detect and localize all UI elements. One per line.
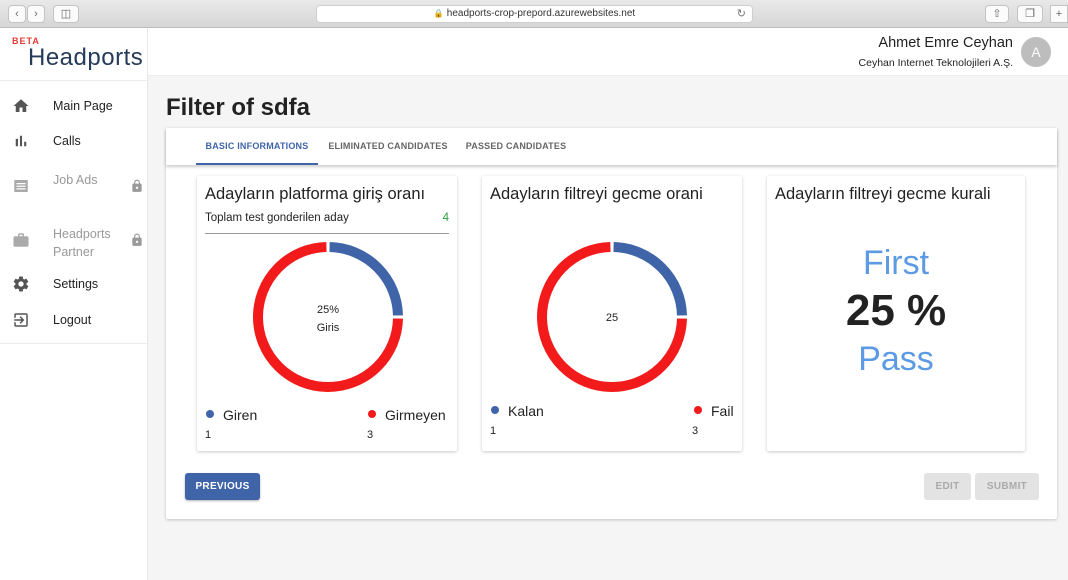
tab-basic-informations[interactable]: BASIC INFORMATIONS xyxy=(196,128,318,165)
address-bar[interactable]: 🔒 headports-crop-prepord.azurewebsites.ne… xyxy=(316,5,753,23)
legend-label: Girmeyen xyxy=(385,407,446,423)
legend-item-girmeyen[interactable]: Girmeyen xyxy=(368,407,446,423)
sidebar-item-label: Headports Partner xyxy=(53,227,111,259)
total-sent-label: Toplam test gonderilen aday xyxy=(205,212,349,224)
legend-count: 3 xyxy=(692,425,699,437)
panel-title: Adayların filtreyi gecme kurali xyxy=(775,185,991,203)
sidebar-item-label: Main Page xyxy=(53,99,113,113)
legend-item-fail[interactable]: Fail xyxy=(694,403,734,419)
total-sent-row: Toplam test gonderilen aday 4 xyxy=(205,212,449,234)
logo-wordmark: Headports xyxy=(28,44,144,71)
legend-dot xyxy=(694,406,702,414)
legend-dot xyxy=(491,406,499,414)
legend-item-giren[interactable]: Giren xyxy=(206,407,257,423)
forward-button[interactable]: › xyxy=(27,5,45,23)
browser-toolbar: ‹ › ◫ 🔒 headports-crop-prepord.azurewebsi… xyxy=(0,0,1068,28)
pass-center-value: 25 xyxy=(606,312,618,324)
user-name[interactable]: Ahmet Emre Ceyhan xyxy=(878,35,1013,51)
headports-logo[interactable]: BETA Headports xyxy=(10,34,146,78)
rule-percent: 25 % xyxy=(845,286,947,335)
back-button[interactable]: ‹ xyxy=(8,5,26,23)
page-title: Filter of sdfa xyxy=(166,94,311,121)
briefcase-icon xyxy=(13,233,29,247)
panel-title: Adayların platforma giriş oranı xyxy=(205,185,426,203)
sidebar-divider xyxy=(0,80,147,81)
tab-bar: BASIC INFORMATIONS ELIMINATED CANDIDATES… xyxy=(166,128,1057,165)
legend-count: 1 xyxy=(490,425,497,437)
top-bar: Ahmet Emre Ceyhan Ceyhan Internet Teknol… xyxy=(148,28,1068,76)
sidebar-toggle-button[interactable]: ◫ xyxy=(53,5,79,23)
edit-button[interactable]: EDIT xyxy=(924,473,971,500)
bar-chart-icon xyxy=(15,135,27,147)
reload-icon[interactable]: ↻ xyxy=(737,6,746,22)
sidebar-item-logout[interactable]: Logout xyxy=(0,302,147,338)
sidebar-divider xyxy=(0,343,147,344)
sidebar-item-label: Logout xyxy=(53,313,92,327)
sidebar-item-settings[interactable]: Settings xyxy=(0,266,147,302)
sidebar-item-job-ads[interactable]: Job Ads xyxy=(0,168,147,204)
url-text: headports-crop-prepord.azurewebsites.net xyxy=(446,8,636,19)
sidebar-item-label: Calls xyxy=(53,134,81,148)
total-sent-value: 4 xyxy=(442,212,449,224)
legend-dot xyxy=(368,410,376,418)
pass-donut-chart: 25 xyxy=(537,242,687,392)
sidebar-item-calls[interactable]: Calls xyxy=(0,123,147,159)
legend-label: Kalan xyxy=(508,403,544,419)
gear-icon xyxy=(13,276,29,292)
sidebar-item-headports-partner[interactable]: Headports Partner xyxy=(0,222,147,259)
tab-passed-candidates[interactable]: PASSED CANDIDATES xyxy=(461,128,571,165)
legend-dot xyxy=(206,410,214,418)
entry-center-value: 25% xyxy=(317,304,339,316)
pass-rule-panel: Adayların filtreyi gecme kurali First 25… xyxy=(767,176,1025,451)
new-tab-button[interactable]: + xyxy=(1050,5,1068,23)
legend-label: Fail xyxy=(711,403,734,419)
entry-donut-chart: 25% Giris xyxy=(253,242,403,392)
tabs-button[interactable]: ❐ xyxy=(1017,5,1043,23)
lock-icon xyxy=(132,179,142,192)
logout-icon xyxy=(14,313,28,327)
sidebar-item-label: Job Ads xyxy=(53,173,98,187)
sidebar-item-label: Settings xyxy=(53,277,99,291)
tab-eliminated-candidates[interactable]: ELIMINATED CANDIDATES xyxy=(324,128,452,165)
submit-button[interactable]: SUBMIT xyxy=(975,473,1039,500)
legend-label: Giren xyxy=(223,407,258,423)
main-card: BASIC INFORMATIONS ELIMINATED CANDIDATES… xyxy=(166,128,1057,519)
lock-icon xyxy=(132,233,142,246)
home-icon xyxy=(13,99,29,112)
legend-count: 3 xyxy=(367,429,374,441)
list-icon xyxy=(14,180,28,192)
sidebar: BETA Headports Main Page Calls Job Ads H… xyxy=(0,28,148,580)
previous-button[interactable]: PREVIOUS xyxy=(185,473,260,500)
entry-center-label: Giris xyxy=(317,322,340,334)
avatar[interactable]: A xyxy=(1021,37,1051,67)
user-company: Ceyhan Internet Teknolojileri A.Ş. xyxy=(858,57,1013,69)
sidebar-item-main-page[interactable]: Main Page xyxy=(0,88,147,124)
pass-arc-kalan[interactable] xyxy=(613,242,687,316)
entry-arc-giren[interactable] xyxy=(329,242,403,316)
lock-icon: 🔒 xyxy=(433,9,444,18)
pass-rate-panel: Adayların filtreyi gecme orani 25 Kalan … xyxy=(482,176,742,451)
rule-pass-text: Pass xyxy=(858,340,934,378)
panel-title: Adayların filtreyi gecme orani xyxy=(490,185,703,203)
rule-first-text: First xyxy=(862,244,930,282)
share-button[interactable]: ⇧ xyxy=(985,5,1009,23)
entry-rate-panel: Adayların platforma giriş oranı Toplam t… xyxy=(197,176,457,451)
legend-count: 1 xyxy=(205,429,212,441)
legend-item-kalan[interactable]: Kalan xyxy=(491,403,544,419)
